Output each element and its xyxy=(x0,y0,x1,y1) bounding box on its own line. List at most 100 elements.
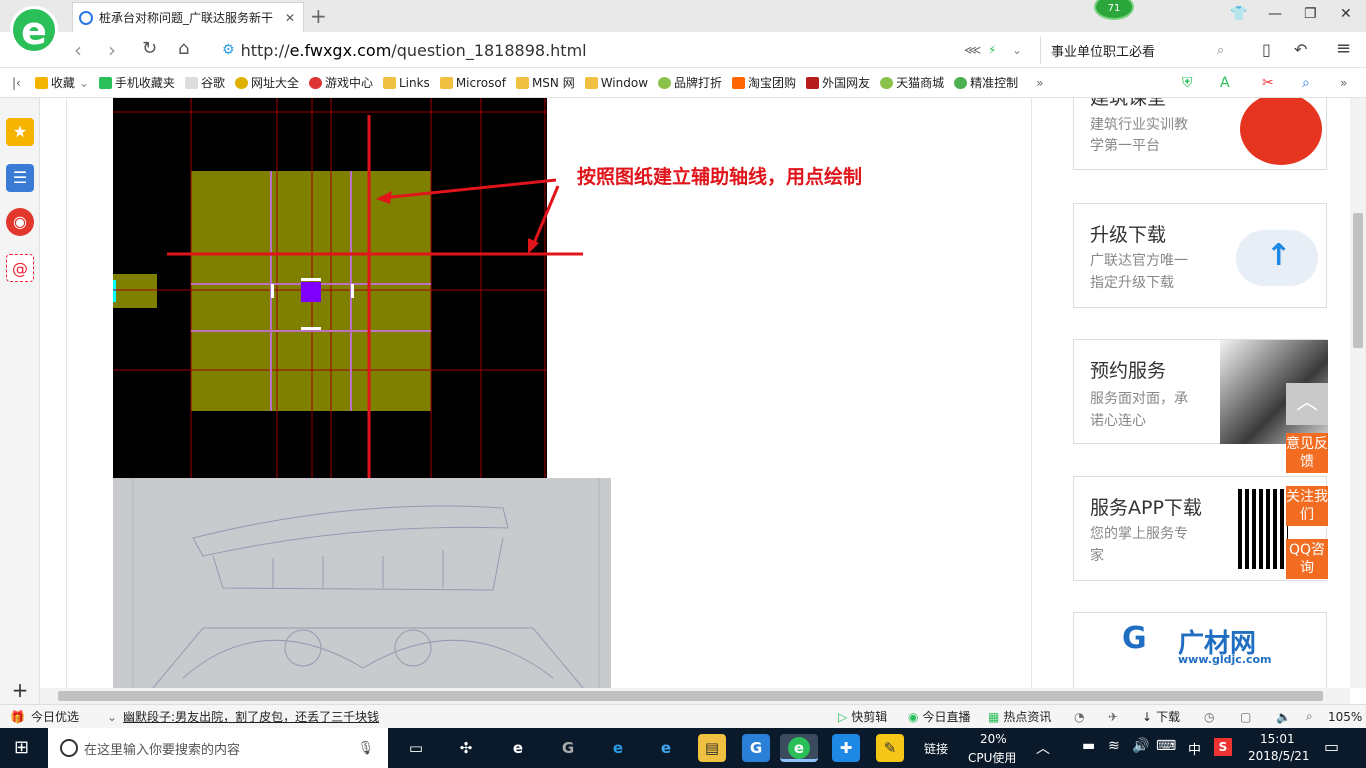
bookmark-item[interactable]: 网址大全 xyxy=(234,74,299,91)
hot-news-link[interactable]: ▦ 热点资讯 xyxy=(988,708,1051,725)
360-browser-taskbar-icon[interactable]: e xyxy=(780,734,818,762)
ie-icon[interactable]: e xyxy=(652,734,680,762)
shield-icon[interactable]: ⛨ xyxy=(1182,75,1193,91)
notes-app-icon[interactable]: ✎ xyxy=(876,734,904,762)
bookmark-item[interactable]: 谷歌 xyxy=(184,74,225,91)
volume-icon[interactable]: 🔈 xyxy=(1276,710,1291,724)
share-icon[interactable]: ⋘ xyxy=(964,43,981,57)
bookmark-item[interactable]: 手机收藏夹 xyxy=(98,74,175,91)
quick-edit-link[interactable]: ▷ 快剪辑 xyxy=(838,708,887,725)
search-input[interactable]: 事业单位职工必看 ⌕ xyxy=(1040,36,1240,64)
clock-time[interactable]: 15:01 xyxy=(1260,732,1295,746)
add-sidebar-icon[interactable]: + xyxy=(6,676,34,704)
reading-list-icon[interactable]: ☰ xyxy=(6,164,34,192)
sogou-ime-icon[interactable]: S xyxy=(1214,738,1232,756)
notification-badge[interactable]: 71 xyxy=(1094,0,1134,20)
bookmark-folder[interactable]: Links xyxy=(382,76,430,90)
overflow-icon[interactable]: » xyxy=(1340,76,1347,90)
translate-icon[interactable]: A xyxy=(1220,75,1230,91)
bookmark-item[interactable]: 游戏中心 xyxy=(308,74,373,91)
action-center-icon[interactable]: ▭ xyxy=(1324,737,1339,756)
vertical-scroll-thumb[interactable] xyxy=(1353,213,1363,348)
shirt-icon[interactable]: 👕 xyxy=(1230,6,1247,22)
microphone-icon[interactable]: 🎙 xyxy=(357,741,374,756)
tray-expand-icon[interactable]: ︿ xyxy=(1036,738,1050,758)
download-link[interactable]: ↓ 下载 xyxy=(1142,708,1180,725)
windows-start-icon[interactable]: ⊞ xyxy=(14,737,29,758)
home-icon[interactable]: ⌂ xyxy=(178,38,189,59)
close-window-icon[interactable]: ✕ xyxy=(1340,6,1352,22)
favorites-star-icon[interactable]: ★ xyxy=(6,118,34,146)
reload-icon[interactable]: ↻ xyxy=(142,38,157,59)
lightning-icon[interactable]: ⚡ xyxy=(988,43,996,57)
today-pick-link[interactable]: 今日优选 xyxy=(31,708,79,725)
task-view-icon[interactable]: ▭ xyxy=(402,734,430,762)
ime-indicator[interactable]: 中 xyxy=(1188,739,1201,758)
card-construction-class[interactable]: 建筑课堂 建筑行业实训教 学第一平台 xyxy=(1073,98,1327,170)
window-icon[interactable]: ▢ xyxy=(1240,710,1251,724)
bookmark-folder[interactable]: Microsof xyxy=(439,76,506,90)
keyboard-icon[interactable]: ⌨ xyxy=(1156,738,1176,754)
page-favicon-icon xyxy=(79,10,93,25)
pin-icon[interactable]: ✈ xyxy=(1108,710,1118,724)
scissors-icon[interactable]: ✂ xyxy=(1262,75,1274,91)
taskbar-link-label[interactable]: 链接 xyxy=(924,740,948,757)
bookmark-folder[interactable]: MSN 网 xyxy=(515,74,575,91)
bookmark-item[interactable]: 外国网友 xyxy=(806,74,870,91)
tab-close-icon[interactable]: ✕ xyxy=(283,11,297,25)
bookmark-item[interactable]: 精准控制 xyxy=(954,74,1018,91)
feedback-button[interactable]: 意见反馈 xyxy=(1286,433,1328,473)
file-explorer-icon[interactable]: ▤ xyxy=(698,734,726,762)
horizontal-scroll-thumb[interactable] xyxy=(58,691,1323,701)
mobile-icon[interactable]: ▯ xyxy=(1262,40,1271,59)
vertical-scrollbar[interactable] xyxy=(1350,98,1366,688)
speed-icon[interactable]: ◔ xyxy=(1074,710,1084,724)
restore-icon[interactable]: ❐ xyxy=(1304,6,1317,22)
chevron-down-icon[interactable]: ⌄ xyxy=(1012,43,1022,57)
app-plus-icon[interactable]: ✚ xyxy=(832,734,860,762)
glodon-icon[interactable]: G xyxy=(742,734,770,762)
card-upgrade-download[interactable]: 升级下载 广联达官方唯一 指定升级下载 ↑ xyxy=(1073,203,1327,308)
speaker-icon[interactable]: 🔊 xyxy=(1132,738,1149,754)
undo-icon[interactable]: ↶ xyxy=(1294,40,1307,59)
menu-icon[interactable]: ≡ xyxy=(1336,38,1351,59)
glodon-app-icon[interactable]: G xyxy=(554,734,582,762)
browser-tab[interactable]: 桩承台对称问题_广联达服务新干 ✕ xyxy=(72,2,304,32)
edge-icon[interactable]: e xyxy=(504,734,532,762)
bookmark-item[interactable]: 收藏 ⌄ xyxy=(34,74,89,91)
more-bookmarks-icon[interactable]: » xyxy=(1036,76,1043,90)
url-input[interactable]: ⚙ http://e.fwxgx.com/question_1818898.ht… xyxy=(222,38,1034,62)
chevron-down-icon[interactable]: ⌄ xyxy=(107,710,117,724)
email-icon[interactable]: @ xyxy=(6,254,34,282)
forward-icon[interactable]: › xyxy=(108,38,116,62)
bookmark-item[interactable]: 淘宝团购 xyxy=(732,74,796,91)
minimize-icon[interactable]: — xyxy=(1268,6,1282,22)
back-to-top-icon[interactable]: ︿ xyxy=(1286,383,1328,425)
network-icon[interactable]: ≋ xyxy=(1108,738,1120,754)
tray-device-icon[interactable]: ▬ xyxy=(1082,738,1095,754)
live-link[interactable]: ◉ 今日直播 xyxy=(908,708,971,725)
browser-logo-icon[interactable]: e xyxy=(10,6,58,54)
news-ticker-link[interactable]: 幽默段子:男友出院，割了皮包，还丢了三千块钱 xyxy=(123,708,379,725)
zoom-icon[interactable]: ⌕ xyxy=(1306,709,1313,724)
collapse-sidebar-icon[interactable]: |‹ xyxy=(12,76,21,90)
clock-date[interactable]: 2018/5/21 xyxy=(1248,749,1310,763)
card-ad-gldjc[interactable]: G 广材网 www.gldjc.com xyxy=(1073,612,1327,688)
weibo-icon[interactable]: ◉ xyxy=(6,208,34,236)
edge-browser-icon[interactable]: e xyxy=(604,734,632,762)
horizontal-scrollbar[interactable] xyxy=(40,688,1350,704)
bookmark-item[interactable]: 天猫商城 xyxy=(880,74,944,91)
folder-icon xyxy=(515,76,529,89)
back-icon[interactable]: ‹ xyxy=(74,38,82,62)
fan-app-icon[interactable]: ✣ xyxy=(452,734,480,762)
history-icon[interactable]: ◷ xyxy=(1204,710,1214,724)
search-icon[interactable]: ⌕ xyxy=(1217,43,1224,58)
taskbar-search-input[interactable]: 在这里输入你要搜索的内容 🎙 xyxy=(48,728,388,768)
zoom-level[interactable]: 105% xyxy=(1328,710,1362,724)
zoom-search-icon[interactable]: ⌕ xyxy=(1302,75,1310,91)
bookmark-folder[interactable]: Window xyxy=(584,76,648,90)
follow-us-button[interactable]: 关注我们 xyxy=(1286,486,1328,526)
qq-consult-button[interactable]: QQ咨询 xyxy=(1286,539,1328,579)
bookmark-item[interactable]: 品牌打折 xyxy=(658,74,722,91)
new-tab-icon[interactable]: + xyxy=(310,4,327,28)
